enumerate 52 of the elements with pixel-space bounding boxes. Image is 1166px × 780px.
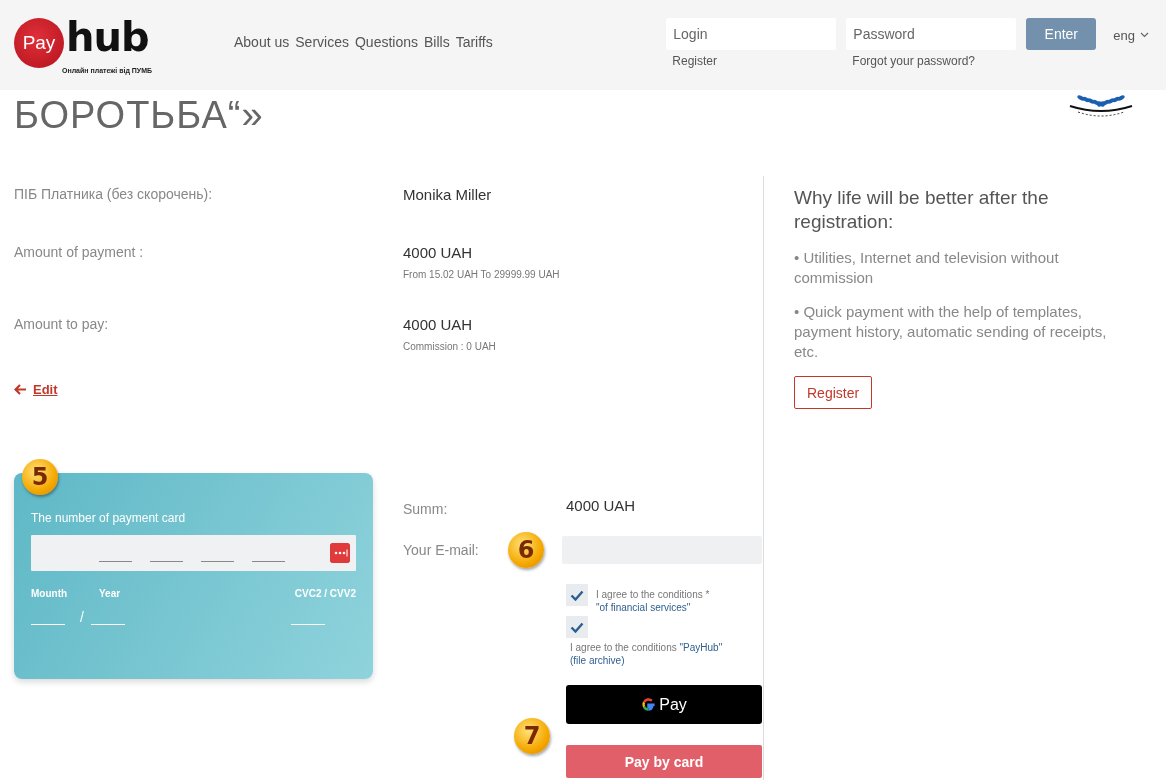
- date-separator: /: [80, 609, 84, 625]
- field-value: Monika Miller: [403, 186, 492, 203]
- pay-by-card-button[interactable]: Pay by card: [566, 745, 762, 778]
- password-field[interactable]: Password: [846, 18, 1017, 50]
- sum-value: 4000 UAH: [566, 496, 636, 514]
- login-field[interactable]: Login: [666, 18, 837, 50]
- field-label: ПІБ Платника (без скорочень):: [14, 186, 214, 204]
- month-label: Mounth: [31, 588, 69, 599]
- benefits-heading: Why life will be better after the registration:: [794, 186, 1050, 234]
- email-label: Your E-mail:: [403, 542, 480, 558]
- step-marker: 5: [22, 459, 58, 495]
- field-label: Amount of payment :: [14, 244, 145, 262]
- checkbox[interactable]: [566, 616, 588, 638]
- page-title: БОРОТЬБА“»: [14, 94, 264, 137]
- benefit-item: • Quick payment with the help of templates, payment history, automatic sending of receipts, etc.: [794, 302, 1108, 362]
- year-label: Year: [99, 588, 121, 599]
- edit-link[interactable]: Edit: [33, 382, 58, 397]
- agreement-text: I agree to the conditions * "of financial services": [596, 588, 711, 614]
- google-g-icon: [641, 697, 657, 712]
- agreement-text: I agree to the conditions "PayHub" (file archive): [569, 641, 724, 667]
- card-number-label: The number of payment card: [31, 511, 187, 525]
- nav-link[interactable]: Questions: [354, 34, 418, 50]
- check-icon: [570, 621, 584, 633]
- email-field[interactable]: [562, 536, 762, 564]
- nav-link[interactable]: Services: [295, 34, 349, 50]
- nav-link[interactable]: About us: [234, 34, 290, 50]
- check-icon: [570, 589, 584, 601]
- file-archive-link[interactable]: (file archive): [570, 655, 625, 666]
- conditions-link[interactable]: "of financial services": [596, 602, 691, 613]
- field-note: Commission : 0 UAH: [403, 341, 496, 352]
- step-marker: 6: [508, 532, 544, 568]
- register-button[interactable]: Register: [794, 376, 873, 409]
- cvc-label: CVC2 / CVV2: [294, 588, 356, 599]
- forgot-password-link[interactable]: Forgot your password?: [846, 54, 1017, 68]
- field-value: 4000 UAH: [403, 244, 474, 261]
- field-value: 4000 UAH: [403, 316, 474, 333]
- back-arrow-icon: [14, 384, 27, 395]
- register-link[interactable]: Register: [666, 54, 837, 68]
- language-selector[interactable]: eng: [1113, 28, 1149, 42]
- nav-link[interactable]: Bills: [424, 34, 450, 50]
- password-dots-icon[interactable]: [330, 543, 350, 563]
- conditions-link[interactable]: "PayHub": [679, 642, 723, 653]
- checkbox[interactable]: [566, 584, 588, 606]
- google-pay-button[interactable]: Pay: [566, 685, 762, 724]
- step-marker: 7: [514, 718, 550, 754]
- sum-label: Summ:: [403, 501, 449, 517]
- benefit-item: • Utilities, Internet and television without commission: [794, 248, 1060, 288]
- field-note: From 15.02 UAH To 29999.99 UAH: [403, 269, 560, 280]
- nav-link[interactable]: Tariffs: [455, 34, 493, 50]
- card-number-field[interactable]: [31, 535, 356, 571]
- field-label: Amount to pay:: [14, 316, 110, 334]
- chevron-down-icon[interactable]: [1140, 32, 1149, 38]
